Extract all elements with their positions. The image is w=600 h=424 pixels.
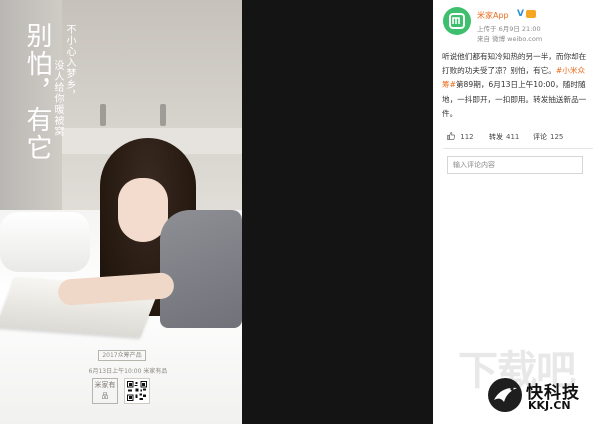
comment-button[interactable]: 评论 125 xyxy=(533,132,563,142)
poster-window xyxy=(62,0,242,130)
poster-faucet xyxy=(100,104,106,126)
qr-code-icon xyxy=(124,378,150,404)
thumbs-up-icon xyxy=(447,132,456,140)
poster-tag: 2017众筹产品 xyxy=(98,350,146,361)
post-actions: 112 转发 411 评论 125 xyxy=(443,132,591,144)
kkj-url: KKJ.CN xyxy=(528,399,571,412)
poster-subline-2: 没人给你暖被窝 xyxy=(52,60,63,137)
post-time[interactable]: 上传于 6月9日 21:00 xyxy=(477,23,541,33)
repost-count: 411 xyxy=(506,133,520,141)
comment-label: 评论 xyxy=(533,133,547,141)
username-link[interactable]: 米家App xyxy=(477,10,509,21)
post-text: 听说他们都有知冷知热的另一半，而你却在打败的功夫受了凉？别怕，有它。#小米众筹#… xyxy=(442,50,592,121)
comment-count: 125 xyxy=(550,133,564,141)
repost-label: 转发 xyxy=(489,133,503,141)
poster-date: 6月13日上午10:00 米家有品 xyxy=(88,368,168,375)
black-panel xyxy=(242,0,433,424)
kkj-logo-icon xyxy=(488,378,522,412)
poster-pillow xyxy=(0,212,90,272)
like-count: 112 xyxy=(460,133,474,141)
repost-button[interactable]: 转发 411 xyxy=(489,132,519,142)
post-text-part2: 第89期，6月13日上午10:00，随时随地，一抖即开，一扣即用。转发抽送新品一… xyxy=(442,80,587,118)
vip-icon xyxy=(526,10,536,18)
poster-model-cardigan xyxy=(160,210,242,328)
like-button[interactable]: 112 xyxy=(447,132,474,141)
verified-badge: V xyxy=(517,9,524,19)
mijia-logo-icon[interactable] xyxy=(443,7,471,35)
poster-brand-logo: 米家有品 xyxy=(92,378,118,404)
product-poster: 别怕，有它 不小心入梦乡， 没人给你暖被窝 2017众筹产品 6月13日上午10… xyxy=(0,0,242,424)
divider xyxy=(443,148,593,149)
poster-headline: 别怕，有它 xyxy=(22,22,52,162)
post-source[interactable]: 来自 微博 weibo.com xyxy=(477,33,542,43)
poster-faucet xyxy=(160,104,166,126)
comment-input[interactable]: 输入评论内容 xyxy=(447,156,583,174)
